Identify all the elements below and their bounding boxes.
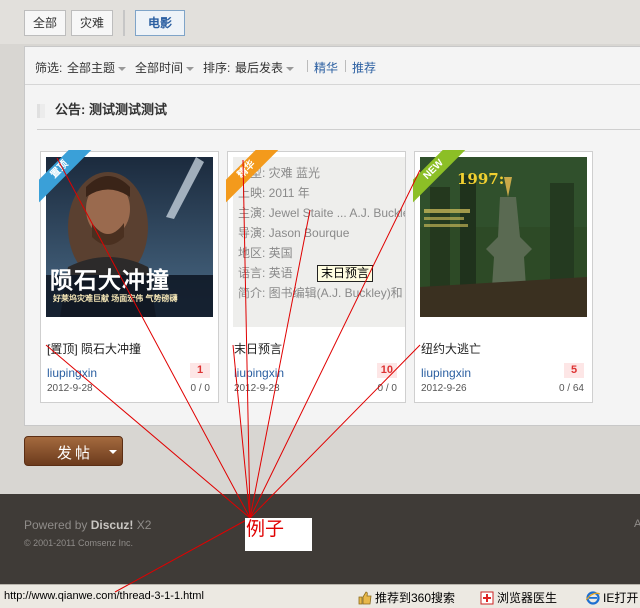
filter-time-label: 全部时间 xyxy=(135,61,184,75)
poster-title: 陨石大冲撞 xyxy=(50,267,170,293)
hover-tooltip: 末日预言 xyxy=(317,265,374,282)
filter-separator xyxy=(307,60,308,72)
thread-title-link[interactable]: 末日预言 xyxy=(234,340,282,357)
status-360-search-label: 推荐到360搜索 xyxy=(375,591,456,605)
ie-logo-icon xyxy=(585,591,601,605)
filter-separator xyxy=(345,60,346,72)
chevron-down-icon xyxy=(118,66,127,71)
chevron-down-icon xyxy=(286,66,295,71)
poster-tagline: 好莱坞灾难巨献 场面宏伟 气势磅礴 xyxy=(53,294,178,303)
author-link[interactable]: liupingxin xyxy=(421,366,471,380)
tab-disaster[interactable]: 灾难 xyxy=(71,10,114,36)
powered-label: Powered by xyxy=(24,518,88,532)
sort-prefix: 排序: xyxy=(203,61,231,75)
view-reply-stats: 0 / 0 xyxy=(377,383,397,394)
filter-prefix: 筛选: xyxy=(35,61,63,75)
author-link[interactable]: liupingxin xyxy=(234,366,284,380)
annotation-label: 例子 xyxy=(245,518,312,551)
thread-title-link[interactable]: [置顶] 陨石大冲撞 xyxy=(47,340,141,357)
sort-dropdown[interactable]: 最后发表 xyxy=(235,59,295,76)
thumbs-up-icon xyxy=(358,591,372,605)
view-reply-stats: 0 / 0 xyxy=(190,383,210,394)
filter-topic-label: 全部主题 xyxy=(67,61,116,75)
brand-link[interactable]: Discuz! xyxy=(91,518,134,532)
filter-row: 筛选: 全部主题 全部时间 排序: 最后发表 精华 推荐 xyxy=(25,47,640,85)
status-ie-open-label: IE打开 xyxy=(603,591,639,605)
info-director: 导演: Jason Bourque xyxy=(238,226,350,240)
thread-card[interactable]: 陨石大冲撞 好莱坞灾难巨献 场面宏伟 气势磅礴 置顶 [置顶] 陨石大冲撞 li… xyxy=(39,150,219,403)
author-link[interactable]: liupingxin xyxy=(47,366,97,380)
new-post-button[interactable]: 发帖 xyxy=(24,436,123,466)
post-date: 2012-9-26 xyxy=(421,383,467,394)
digest-badge: 精华 xyxy=(226,150,286,210)
status-ie-open[interactable]: IE打开 xyxy=(585,589,639,606)
chevron-down-icon[interactable] xyxy=(109,450,117,454)
reply-count-badge: 10 xyxy=(376,363,397,378)
info-language: 语言: 英语 xyxy=(238,266,293,280)
status-360-search[interactable]: 推荐到360搜索 xyxy=(358,589,455,606)
new-badge-label: NEW xyxy=(413,150,471,207)
reply-count-badge: 1 xyxy=(190,363,210,378)
filter-recommend-link[interactable]: 推荐 xyxy=(352,59,376,76)
footer-right-text: A xyxy=(634,518,640,530)
digest-badge-label: 精华 xyxy=(226,150,284,207)
divider xyxy=(37,129,640,130)
post-date: 2012-9-28 xyxy=(47,383,93,394)
info-region: 地区: 英国 xyxy=(238,246,293,260)
filter-digest-link[interactable]: 精华 xyxy=(314,59,338,76)
copyright: © 2001-2011 Comsenz Inc. xyxy=(24,538,134,548)
thread-card[interactable]: 1997: NEW 纽约大逃亡 liupingxin 5 2012-9-26 0… xyxy=(413,150,593,403)
tab-all[interactable]: 全部 xyxy=(24,10,67,36)
post-date: 2012-9-28 xyxy=(234,383,280,394)
info-synopsis: 简介: 图书编辑(A.J. Buckley)和 xyxy=(238,286,403,300)
sort-label: 最后发表 xyxy=(235,61,284,75)
status-browser-doctor[interactable]: 浏览器医生 xyxy=(480,589,557,606)
status-browser-doctor-label: 浏览器医生 xyxy=(497,591,558,605)
announcement[interactable]: 公告: 测试测试测试 xyxy=(37,99,167,118)
new-post-label: 发帖 xyxy=(57,445,94,462)
tab-separator xyxy=(123,10,125,36)
reply-count-badge: 5 xyxy=(564,363,584,378)
medical-kit-icon xyxy=(480,591,494,605)
version: X2 xyxy=(136,518,152,532)
browser-status-bar: http://www.qianwe.com/thread-3-1-1.html … xyxy=(0,584,640,608)
announcement-icon xyxy=(37,103,45,118)
announcement-text: 测试测试测试 xyxy=(88,102,167,117)
sticky-badge-label: 置顶 xyxy=(39,150,97,207)
status-url: http://www.qianwe.com/thread-3-1-1.html xyxy=(4,590,204,602)
thread-title-link[interactable]: 纽约大逃亡 xyxy=(421,340,481,357)
chevron-down-icon xyxy=(186,66,195,71)
filter-topic-dropdown[interactable]: 全部主题 xyxy=(67,59,127,76)
powered-by: Powered by Discuz! X2 xyxy=(24,518,151,532)
tab-movie[interactable]: 电影 xyxy=(135,10,186,36)
announcement-label: 公告: xyxy=(55,102,86,117)
new-badge: NEW xyxy=(413,150,473,210)
footer: Powered by Discuz! X2 © 2001-2011 Comsen… xyxy=(0,494,640,584)
thread-list-panel: 筛选: 全部主题 全部时间 排序: 最后发表 精华 推荐 公告: 测试测试测试 xyxy=(24,46,640,426)
sticky-badge: 置顶 xyxy=(39,150,99,210)
filter-time-dropdown[interactable]: 全部时间 xyxy=(135,59,195,76)
view-reply-stats: 0 / 64 xyxy=(558,383,584,394)
type-bar: 全部 灾难 电影 xyxy=(0,0,640,44)
